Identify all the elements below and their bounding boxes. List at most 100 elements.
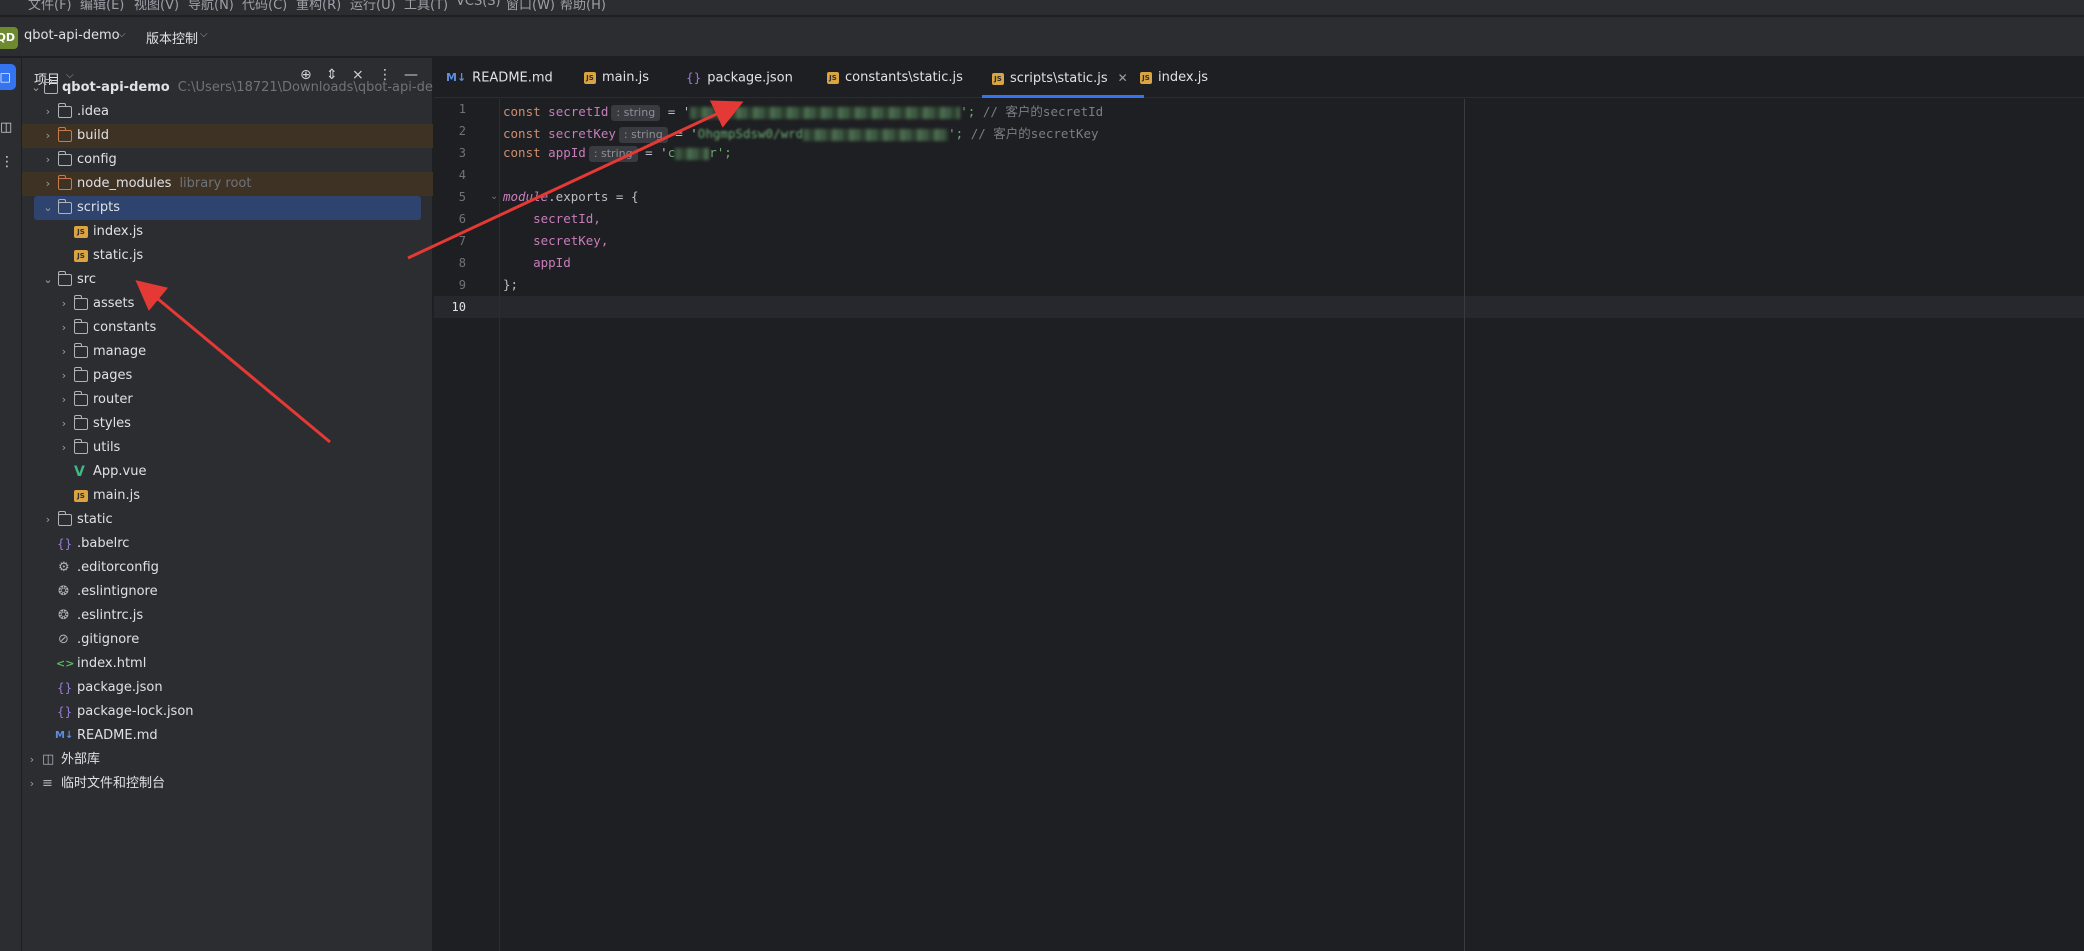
menu-vcs[interactable]: VCS(S) xyxy=(456,0,501,9)
root-path: C:\Users\18721\Downloads\qbot-api-demo- xyxy=(177,80,459,95)
tree-row-editorconfig[interactable]: ⚙ .editorconfig xyxy=(22,556,433,580)
folder-icon xyxy=(74,439,88,454)
tree-row-external-libs[interactable]: › ◫ 外部库 xyxy=(22,748,433,772)
tree-label: 外部库 xyxy=(61,752,101,767)
close-icon[interactable]: ✕ xyxy=(1118,71,1128,85)
tree-row-utils[interactable]: › utils xyxy=(22,436,433,460)
tree-row-main-js[interactable]: JS main.js xyxy=(22,484,433,508)
chevron-right-icon[interactable]: › xyxy=(58,436,70,460)
chevron-right-icon[interactable]: › xyxy=(42,124,54,148)
chevron-right-icon[interactable]: › xyxy=(58,292,70,316)
menu-window[interactable]: 窗口(W) xyxy=(506,0,555,13)
folder-icon xyxy=(58,103,72,118)
tab-constants-static[interactable]: JS constants\static.js xyxy=(827,58,963,98)
tab-main-js[interactable]: JS main.js xyxy=(584,58,649,98)
tree-row-index-html[interactable]: <> index.html xyxy=(22,652,433,676)
tree-row-scripts[interactable]: ⌄ scripts xyxy=(34,196,421,220)
tab-scripts-static[interactable]: JS scripts\static.js ✕ xyxy=(982,58,1144,98)
tree-row-scripts-static[interactable]: JS static.js xyxy=(22,244,433,268)
tree-row-src[interactable]: ⌄ src xyxy=(22,268,433,292)
menu-help[interactable]: 帮助(H) xyxy=(560,0,606,13)
folder-icon xyxy=(74,415,88,430)
tree-row-package-lock[interactable]: {} package-lock.json xyxy=(22,700,433,724)
line-number: 10 xyxy=(451,300,466,314)
tree-row-pages[interactable]: › pages xyxy=(22,364,433,388)
line-number: 4 xyxy=(458,168,466,182)
chevron-right-icon[interactable]: › xyxy=(26,748,38,772)
tree-row-config[interactable]: › config xyxy=(22,148,433,172)
more-tools-icon[interactable]: ⋮ xyxy=(0,154,14,170)
line-number: 3 xyxy=(458,146,466,160)
chevron-right-icon[interactable]: › xyxy=(26,772,38,796)
menu-view[interactable]: 视图(V) xyxy=(134,0,179,13)
chevron-right-icon[interactable]: › xyxy=(58,388,70,412)
chevron-down-icon[interactable]: ⌄ xyxy=(42,196,54,220)
chevron-right-icon[interactable]: › xyxy=(58,340,70,364)
tree-row-node-modules[interactable]: › node_modules library root xyxy=(22,172,433,196)
chevron-down-icon[interactable]: ⌵ xyxy=(200,29,208,40)
tree-label: config xyxy=(77,152,117,167)
tree-row-app-vue[interactable]: V App.vue xyxy=(22,460,433,484)
folder-icon xyxy=(74,319,88,334)
tree-row-static[interactable]: › static xyxy=(22,508,433,532)
code-line-6: secretId, xyxy=(503,211,601,226)
chevron-down-icon[interactable]: ⌵ xyxy=(118,29,126,40)
tree-row-scripts-index[interactable]: JS index.js xyxy=(22,220,433,244)
chevron-right-icon[interactable]: › xyxy=(58,412,70,436)
tree-row-gitignore[interactable]: ⊘ .gitignore xyxy=(22,628,433,652)
tree-row-idea[interactable]: › .idea xyxy=(22,100,433,124)
chevron-right-icon[interactable]: › xyxy=(58,364,70,388)
chevron-down-icon[interactable]: ⌄ xyxy=(42,268,54,292)
fold-icon[interactable]: ⌄ xyxy=(490,191,498,202)
menu-edit[interactable]: 编辑(E) xyxy=(80,0,124,13)
tab-readme[interactable]: M↓ README.md xyxy=(446,58,553,98)
tree-row-eslintrc[interactable]: ❂ .eslintrc.js xyxy=(22,604,433,628)
tab-label: constants\static.js xyxy=(845,70,963,85)
menu-file[interactable]: 文件(F) xyxy=(28,0,72,13)
tree-label: App.vue xyxy=(93,464,147,479)
tree-row-package-json[interactable]: {} package.json xyxy=(22,676,433,700)
tree-label: package-lock.json xyxy=(77,704,194,719)
tab-index-js[interactable]: JS index.js xyxy=(1140,58,1208,98)
html-file-icon: <> xyxy=(56,657,75,670)
chevron-right-icon[interactable]: › xyxy=(58,316,70,340)
project-switcher[interactable]: qbot-api-demo xyxy=(24,28,120,43)
json-file-icon: {} xyxy=(57,681,73,695)
chevron-right-icon[interactable]: › xyxy=(42,508,54,532)
markdown-file-icon: M↓ xyxy=(446,71,467,84)
vcs-menu[interactable]: 版本控制 xyxy=(146,28,198,47)
tree-row-build[interactable]: › build xyxy=(22,124,433,148)
chevron-right-icon[interactable]: › xyxy=(42,100,54,124)
tree-row-manage[interactable]: › manage xyxy=(22,340,433,364)
chevron-right-icon[interactable]: › xyxy=(42,172,54,196)
library-root-tag: library root xyxy=(179,176,252,191)
tree-row-babelrc[interactable]: {} .babelrc xyxy=(22,532,433,556)
menu-tools[interactable]: 工具(T) xyxy=(404,0,448,13)
structure-tool-icon[interactable]: ◫ xyxy=(0,120,12,135)
tree-label: src xyxy=(77,272,96,287)
project-badge[interactable]: QD xyxy=(0,27,18,49)
menu-run[interactable]: 运行(U) xyxy=(350,0,396,13)
menu-code[interactable]: 代码(C) xyxy=(242,0,287,13)
tree-row-assets[interactable]: › assets xyxy=(22,292,433,316)
tree-row-constants[interactable]: › constants xyxy=(22,316,433,340)
tree-row-router[interactable]: › router xyxy=(22,388,433,412)
code-editor[interactable]: 1 2 3 4 5 6 7 8 9 10 ⌄ const secretId: s… xyxy=(434,99,2084,951)
menu-refactor[interactable]: 重构(R) xyxy=(296,0,341,13)
vue-file-icon: V xyxy=(74,464,85,480)
json-file-icon: {} xyxy=(686,71,702,85)
chevron-down-icon[interactable]: ⌄ xyxy=(30,76,42,100)
tree-row-readme[interactable]: M↓ README.md xyxy=(22,724,433,748)
tab-package-json[interactable]: {} package.json xyxy=(686,58,793,98)
tree-row-styles[interactable]: › styles xyxy=(22,412,433,436)
tab-label: README.md xyxy=(472,70,553,86)
tree-row-eslintignore[interactable]: ❂ .eslintignore xyxy=(22,580,433,604)
folder-icon xyxy=(58,199,72,214)
tree-row-root[interactable]: ⌄ qbot-api-demo C:\Users\18721\Downloads\… xyxy=(22,76,458,100)
code-line-3: const appId: string = 'c r'; xyxy=(503,145,732,162)
chevron-right-icon[interactable]: › xyxy=(42,148,54,172)
tree-row-scratches[interactable]: › ≡ 临时文件和控制台 xyxy=(22,772,433,796)
menu-navigate[interactable]: 导航(N) xyxy=(188,0,234,13)
eslint-icon: ❂ xyxy=(58,608,69,623)
project-tool-icon[interactable]: □ xyxy=(0,64,16,90)
